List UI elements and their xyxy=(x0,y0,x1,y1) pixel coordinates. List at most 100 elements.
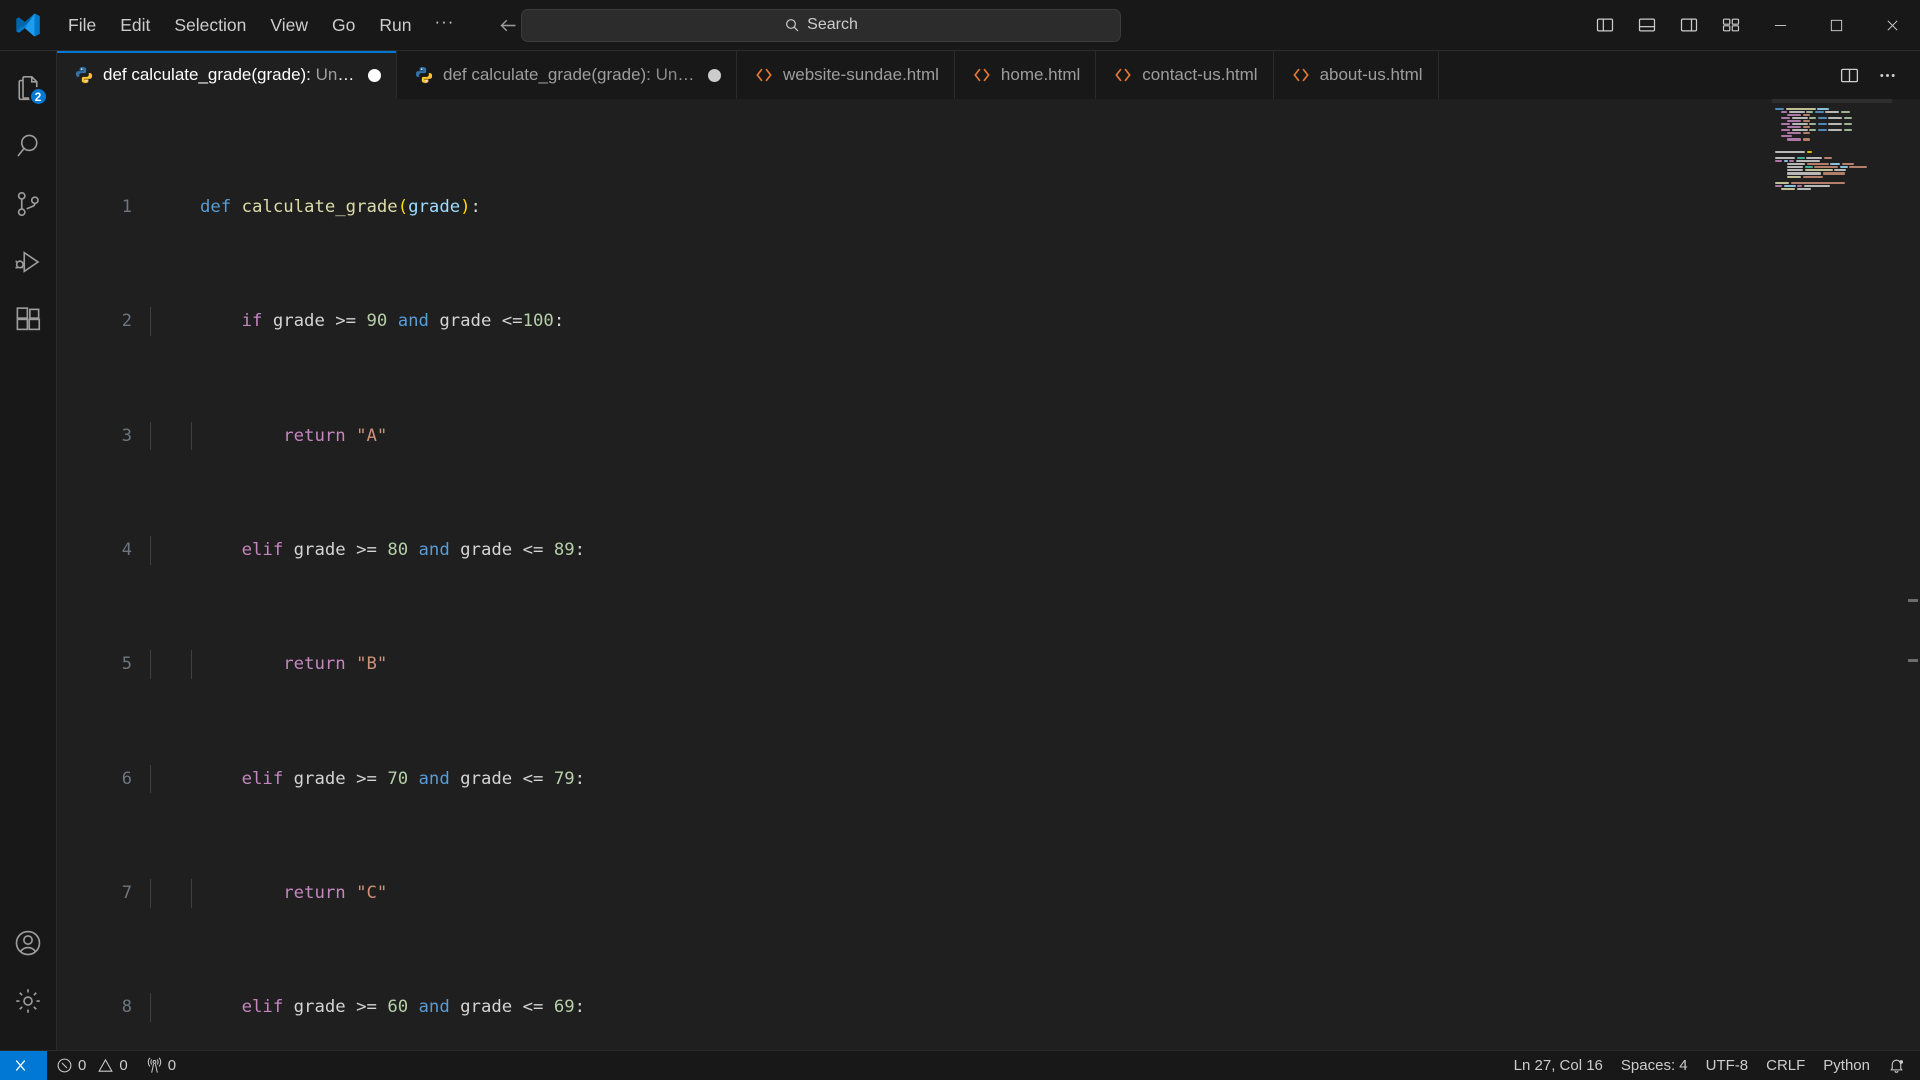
menu-bar: File Edit Selection View Go Run ··· xyxy=(56,0,465,50)
tab-home-html[interactable]: home.html xyxy=(954,51,1097,99)
split-editor-button[interactable] xyxy=(1832,58,1866,92)
code-line[interactable]: 6 elif grade >= 70 and grade <= 79: xyxy=(57,764,1906,794)
html-icon xyxy=(974,68,990,82)
split-editor-icon xyxy=(1840,68,1858,82)
eol-status[interactable]: CRLF xyxy=(1757,1051,1814,1080)
sidebar-item-explorer[interactable]: 2 xyxy=(0,59,57,117)
sidebar-item-run-and-debug[interactable] xyxy=(0,233,57,291)
menu-go[interactable]: Go xyxy=(321,9,366,41)
minimap-slider[interactable] xyxy=(1772,99,1892,103)
search-icon xyxy=(17,134,38,157)
vscode-logo-icon xyxy=(0,12,56,38)
html-icon xyxy=(756,68,772,82)
problems-status[interactable]: 0 0 xyxy=(47,1051,137,1080)
error-count: 0 xyxy=(78,1057,87,1074)
language-mode-status[interactable]: Python xyxy=(1814,1051,1879,1080)
tab-about-us-html[interactable]: about-us.html xyxy=(1273,51,1439,99)
source-code: 1 def calculate_grade(grade): 2 if grade … xyxy=(57,99,1906,1050)
ports-count: 0 xyxy=(167,1057,177,1074)
editor-scrollbar[interactable] xyxy=(1906,99,1920,1050)
line-number: 6 xyxy=(121,768,132,789)
menu-edit[interactable]: Edit xyxy=(109,9,161,41)
sidebar-item-source-control[interactable] xyxy=(0,175,57,233)
code-editor[interactable]: 1 def calculate_grade(grade): 2 if grade … xyxy=(57,99,1920,1050)
tab-label: about-us.html xyxy=(1319,65,1423,84)
tab-website-sundae-html[interactable]: website-sundae.html xyxy=(737,51,955,99)
editor-group: def calculate_grade(grade): Untitled-1 d… xyxy=(57,51,1920,1050)
code-line[interactable]: 2 if grade >= 90 and grade <=100: xyxy=(57,307,1906,336)
indentation-status[interactable]: Spaces: 4 xyxy=(1612,1051,1697,1080)
activity-bar: 2 xyxy=(0,51,57,1050)
radio-tower-icon xyxy=(147,1057,161,1073)
code-line[interactable]: 4 elif grade >= 80 and grade <= 89: xyxy=(57,535,1906,565)
accounts-button[interactable] xyxy=(0,914,57,972)
code-line[interactable]: 7 return "C" xyxy=(57,879,1906,908)
notifications-bell[interactable] xyxy=(1879,1051,1914,1080)
manage-settings-button[interactable] xyxy=(0,972,57,1030)
editor-position[interactable]: Ln 27, Col 16 xyxy=(1505,1051,1612,1080)
menu-view[interactable]: View xyxy=(259,9,319,41)
workbench-body: 2 def calculate_grade(grade): Untitl def… xyxy=(0,51,1920,1050)
layout-sidebar-left-icon[interactable] xyxy=(1587,7,1623,43)
minimize-button[interactable] xyxy=(1752,0,1808,51)
error-icon xyxy=(57,1058,72,1073)
sidebar-item-search[interactable] xyxy=(0,117,57,175)
search-placeholder: Search xyxy=(807,16,858,33)
line-number: 8 xyxy=(121,997,132,1018)
tab-list: def calculate_grade(grade): Untitled-1 d… xyxy=(57,51,1816,99)
extensions-icon xyxy=(16,307,41,331)
warning-count: 0 xyxy=(119,1057,128,1074)
line-number: 3 xyxy=(121,425,132,446)
python-icon xyxy=(415,66,433,84)
line-number: 2 xyxy=(121,311,132,332)
tab-label: website-sundae.html xyxy=(783,65,939,84)
tab-contact-us-html[interactable]: contact-us.html xyxy=(1096,51,1274,99)
search-icon xyxy=(786,19,799,32)
code-text-area[interactable]: 1 def calculate_grade(grade): 2 if grade … xyxy=(57,99,1906,1050)
editor-actions xyxy=(1816,51,1920,99)
remote-icon xyxy=(15,1060,26,1071)
search-input[interactable]: Search xyxy=(521,8,1121,42)
remote-window-indicator[interactable] xyxy=(0,1050,47,1080)
source-control-icon xyxy=(17,191,39,217)
ports-status[interactable]: 0 xyxy=(137,1051,185,1080)
warning-icon xyxy=(98,1058,114,1072)
tab-dirty-indicator[interactable] xyxy=(368,68,381,82)
sidebar-item-extensions[interactable] xyxy=(0,291,57,349)
maximize-button[interactable] xyxy=(1808,0,1864,51)
menu-overflow-button[interactable]: ··· xyxy=(423,10,465,41)
run-debug-icon xyxy=(15,251,40,273)
layout-sidebar-right-icon[interactable] xyxy=(1671,7,1707,43)
account-icon xyxy=(15,930,41,956)
tab-untitled-1[interactable]: def calculate_grade(grade): Untitled-1 xyxy=(57,51,397,99)
tab-untitled-2[interactable]: def calculate_grade(grade): Untitled-2 xyxy=(397,51,737,99)
layout-grid-icon[interactable] xyxy=(1713,7,1749,43)
encoding-status[interactable]: UTF-8 xyxy=(1697,1051,1758,1080)
vscode-window: File Edit Selection View Go Run ··· Sear… xyxy=(0,0,1920,1080)
status-bar-left: 0 0 0 xyxy=(0,1050,185,1080)
close-button[interactable] xyxy=(1864,0,1920,51)
editor-actions-more-button[interactable] xyxy=(1870,58,1904,92)
menu-file[interactable]: File xyxy=(57,9,107,41)
html-icon xyxy=(1292,68,1309,82)
gear-icon xyxy=(16,989,40,1013)
python-icon xyxy=(75,66,93,84)
line-number: 4 xyxy=(121,539,132,560)
ellipsis-icon xyxy=(1879,73,1895,77)
arrow-left-icon[interactable] xyxy=(493,10,523,40)
editor-tab-bar: def calculate_grade(grade): Untitled-1 d… xyxy=(57,51,1920,99)
tab-dirty-indicator[interactable] xyxy=(708,68,721,82)
code-line[interactable]: 1 def calculate_grade(grade): xyxy=(57,193,1906,222)
tab-label: def calculate_grade(grade): Untitled-1 xyxy=(103,65,357,84)
code-line[interactable]: 5 return "B" xyxy=(57,650,1906,679)
status-bar-right: Ln 27, Col 16 Spaces: 4 UTF-8 CRLF Pytho… xyxy=(1505,1051,1920,1080)
menu-run[interactable]: Run xyxy=(368,9,422,41)
minimap[interactable] xyxy=(1772,99,1892,1050)
code-line[interactable]: 3 return "A" xyxy=(57,421,1906,451)
tab-label: contact-us.html xyxy=(1142,65,1258,84)
bell-dot-icon xyxy=(1890,1059,1904,1073)
code-line[interactable]: 8 elif grade >= 60 and grade <= 69: xyxy=(57,993,1906,1022)
line-number: 7 xyxy=(121,883,132,904)
menu-selection[interactable]: Selection xyxy=(163,9,257,41)
layout-panel-icon[interactable] xyxy=(1629,7,1665,43)
